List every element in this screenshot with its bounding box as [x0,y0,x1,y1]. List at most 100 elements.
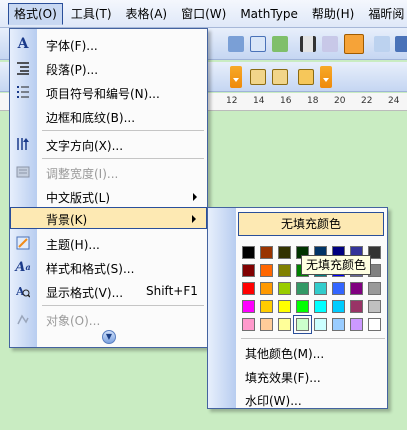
menu-item-background[interactable]: 背景(K) [10,207,207,229]
color-swatch[interactable] [332,300,345,313]
menu-item-object: 对象(O)... [10,308,207,330]
object-icon [15,311,31,327]
color-swatch[interactable] [260,246,273,259]
menu-mathtype[interactable]: MathType [234,3,304,25]
menu-item-bullets[interactable]: 项目符号和编号(N)... [10,81,207,103]
menu-window[interactable]: 窗口(W) [175,3,232,25]
format-icon[interactable] [298,69,314,85]
no-fill-color-button[interactable]: 无填充颜色 [238,212,384,236]
toolbar-options-icon[interactable] [230,66,242,88]
theme-icon [15,235,31,251]
styles-icon: Aa [15,259,31,275]
color-swatch[interactable] [296,300,309,313]
color-swatch[interactable] [260,282,273,295]
ruler-tick: 24 [388,96,400,106]
menu-item-shortcut: Shift+F1 [146,284,198,298]
watermark-item[interactable]: 水印(W)... [245,392,302,409]
color-swatch[interactable] [368,282,381,295]
color-swatch[interactable] [242,264,255,277]
ruler-tick: 22 [361,96,373,106]
color-swatch[interactable] [278,300,291,313]
fill-effects-item[interactable]: 填充效果(F)... [245,369,321,386]
menu-format[interactable]: 格式(O) [8,2,63,25]
menu-item-font[interactable]: A 字体(F)... [10,33,207,55]
menu-item-label: 段落(P)... [46,63,99,77]
color-swatch[interactable] [296,282,309,295]
menu-item-reveal-format[interactable]: A 显示格式(V)... Shift+F1 [10,280,207,302]
color-swatch[interactable] [350,318,363,331]
paragraph-icon [15,60,31,76]
toolbar-options-icon[interactable] [320,66,332,88]
ruler-tick: 16 [280,96,292,106]
drawing-icon[interactable] [322,36,338,52]
tooltip: 无填充颜色 [301,255,372,275]
color-swatch[interactable] [314,318,327,331]
view-icon[interactable] [374,36,390,52]
format-menu: A 字体(F)... 段落(P)... 项目符号和编号(N)... 边框和底纹(… [9,28,208,348]
color-swatch[interactable] [278,318,291,331]
bullets-icon [15,84,31,100]
ruler-tick: 14 [253,96,265,106]
color-swatch[interactable] [350,300,363,313]
menu-item-styles[interactable]: Aa 样式和格式(S)... [10,256,207,278]
color-swatch[interactable] [368,318,381,331]
menu-separator [241,338,385,339]
color-swatch[interactable] [332,318,345,331]
menu-item-label: 显示格式(V)... [46,286,124,300]
menu-item-label: 中文版式(L) [46,191,111,205]
columns-icon[interactable] [300,36,316,52]
menu-foxit[interactable]: 福昕阅 [362,3,407,25]
format-icon[interactable] [272,69,288,85]
menu-item-label: 字体(F)... [46,39,98,53]
color-swatch[interactable] [278,282,291,295]
background-submenu: 无填充颜色 无填充颜色 其他颜色(M)... 填充效果(F)... 水印(W).… [207,207,388,409]
menu-item-label: 主题(H)... [46,238,100,252]
menu-tools[interactable]: 工具(T) [65,3,118,25]
menu-separator [42,130,204,131]
ruler-tick: 20 [334,96,346,106]
color-swatch[interactable] [242,246,255,259]
menu-item-chinese-layout[interactable]: 中文版式(L) [10,185,207,207]
color-swatch[interactable] [260,318,273,331]
color-swatch[interactable] [278,264,291,277]
menu-item-borders[interactable]: 边框和底纹(B)... [10,105,207,127]
menu-separator [42,158,204,159]
menu-item-label: 文字方向(X)... [46,139,124,153]
menu-item-adjust-width: 调整宽度(I)... [10,161,207,183]
color-swatch[interactable] [260,264,273,277]
help-icon[interactable] [395,36,407,52]
ruler-tick: 18 [307,96,319,106]
color-swatch[interactable] [350,282,363,295]
color-swatch[interactable] [332,282,345,295]
color-swatch[interactable] [278,246,291,259]
menu-item-label: 调整宽度(I)... [46,167,119,181]
color-swatch[interactable] [314,282,327,295]
color-swatch[interactable] [368,300,381,313]
color-swatch[interactable] [314,300,327,313]
expand-menu-icon[interactable]: ▼ [102,330,116,344]
menu-help[interactable]: 帮助(H) [306,3,360,25]
menu-item-label: 边框和底纹(B)... [46,111,136,125]
table-icon[interactable] [250,36,266,52]
color-swatch[interactable] [293,315,312,334]
menu-item-label: 样式和格式(S)... [46,262,135,276]
color-swatch[interactable] [242,318,255,331]
submenu-arrow-icon [192,215,196,223]
menu-item-theme[interactable]: 主题(H)... [10,232,207,254]
color-swatch[interactable] [242,282,255,295]
color-swatch[interactable] [260,300,273,313]
menu-separator [42,305,204,306]
more-colors-item[interactable]: 其他颜色(M)... [245,345,324,362]
toolbar-icon[interactable] [228,36,244,52]
menu-bar: 格式(O) 工具(T) 表格(A) 窗口(W) MathType 帮助(H) 福… [0,0,407,28]
menu-item-paragraph[interactable]: 段落(P)... [10,57,207,79]
format-icon[interactable] [250,69,266,85]
menu-item-text-direction[interactable]: 文字方向(X)... [10,133,207,155]
menu-item-label: 背景(K) [46,213,88,227]
text-direction-icon [15,136,31,152]
orange-tool-icon[interactable] [344,34,364,54]
color-swatch[interactable] [242,300,255,313]
menu-item-label: 对象(O)... [46,314,101,328]
menu-table[interactable]: 表格(A) [120,3,174,25]
excel-icon[interactable] [272,36,288,52]
